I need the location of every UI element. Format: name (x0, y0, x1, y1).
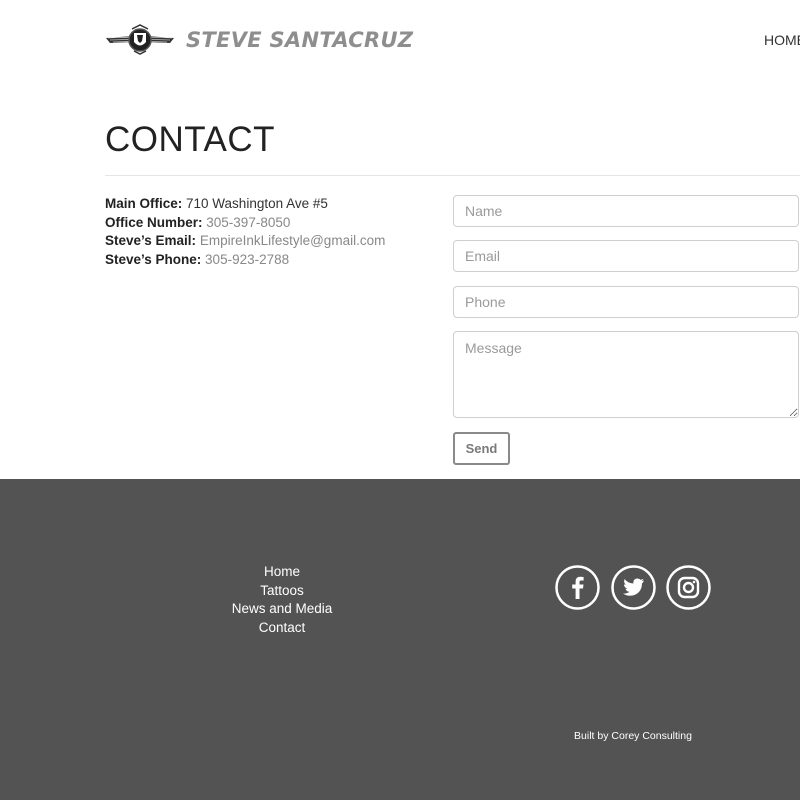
twitter-icon (611, 565, 656, 610)
winged-crest-icon (106, 24, 174, 55)
name-input[interactable] (453, 195, 799, 227)
site-header: STEVE SANTACRUZ HOME (0, 0, 800, 80)
footer-link-contact[interactable]: Contact (182, 619, 382, 638)
phone-input[interactable] (453, 286, 799, 318)
message-textarea[interactable] (453, 331, 799, 418)
facebook-link[interactable] (555, 565, 600, 610)
footer-link-tattoos[interactable]: Tattoos (182, 582, 382, 601)
info-label: Main Office: (105, 196, 183, 211)
footer-credit: Built by Corey Consulting (574, 730, 692, 742)
nav-home-link[interactable]: HOME (764, 32, 800, 48)
info-value-office-phone-link[interactable]: 305-397-8050 (206, 215, 290, 230)
info-row-steve-phone: Steve’s Phone: 305-923-2788 (105, 251, 385, 270)
email-input[interactable] (453, 240, 799, 272)
info-row-email: Steve’s Email: EmpireInkLifestyle@gmail.… (105, 232, 385, 251)
site-logo[interactable]: STEVE SANTACRUZ (104, 24, 413, 56)
info-row-main-office: Main Office: 710 Washington Ave #5 (105, 195, 385, 214)
footer-nav: Home Tattoos News and Media Contact (182, 563, 382, 638)
send-button[interactable]: Send (453, 432, 510, 465)
instagram-link[interactable] (666, 565, 711, 610)
contact-info: Main Office: 710 Washington Ave #5 Offic… (105, 195, 385, 270)
info-row-office-number: Office Number: 305-397-8050 (105, 214, 385, 233)
info-label: Steve’s Phone: (105, 252, 202, 268)
info-label: Office Number: (105, 214, 203, 230)
logo-text: STEVE SANTACRUZ (186, 28, 414, 52)
page-title: CONTACT (105, 120, 276, 159)
footer-link-home[interactable]: Home (182, 563, 382, 582)
facebook-icon (555, 565, 600, 610)
site-footer: Home Tattoos News and Media Contact Buil… (0, 479, 800, 800)
title-divider (105, 175, 800, 176)
twitter-link[interactable] (611, 565, 656, 610)
info-value-steve-phone-link[interactable]: 305-923-2788 (205, 252, 289, 267)
instagram-icon (666, 565, 711, 610)
info-value-email-link[interactable]: EmpireInkLifestyle@gmail.com (200, 233, 386, 248)
footer-link-news-and-media[interactable]: News and Media (182, 600, 382, 619)
info-value-address: 710 Washington Ave #5 (186, 196, 328, 211)
info-label: Steve’s Email: (105, 233, 197, 249)
